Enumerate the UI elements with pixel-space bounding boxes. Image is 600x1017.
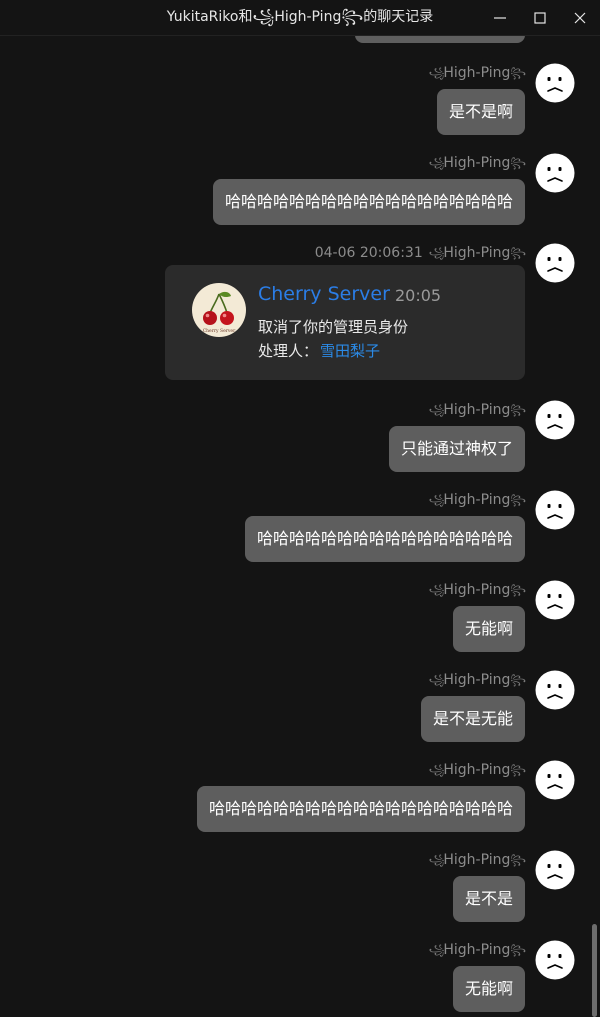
name-ornament-right: ꧂ [510, 855, 526, 866]
neutral-face-icon [535, 63, 575, 103]
card-time: 20:05 [395, 286, 442, 305]
card-handler-label: 处理人： [258, 342, 319, 360]
scrollbar-thumb[interactable] [592, 924, 597, 1017]
sender-name: High-Ping [443, 245, 511, 261]
sender-name: High-Ping [443, 672, 511, 688]
name-ornament-right: ꧂ [510, 68, 526, 79]
minimize-icon [494, 16, 506, 19]
message-bubble[interactable]: 哈哈哈哈哈哈哈哈哈哈哈哈哈哈哈哈哈哈 [212, 179, 525, 225]
sender-name: High-Ping [443, 65, 511, 81]
message-bubble[interactable]: 是不是 [452, 876, 525, 922]
message-meta: 04-06 20:06:31 ꧁High-Ping꧂ [314, 243, 526, 263]
name-ornament-right: ꧂ [510, 248, 526, 259]
message-bubble[interactable]: 无能啊 [452, 606, 525, 652]
close-button[interactable] [560, 0, 600, 35]
neutral-face-icon [535, 580, 575, 620]
avatar[interactable] [535, 940, 575, 980]
avatar[interactable] [535, 760, 575, 800]
previous-message-bubble[interactable] [355, 36, 525, 43]
message-meta: ꧁High-Ping꧂ [428, 580, 526, 600]
name-ornament-left: ꧁ [428, 855, 445, 866]
avatar[interactable] [535, 490, 575, 530]
close-icon [574, 12, 586, 23]
card-handler-link[interactable]: 雪田梨子 [320, 342, 380, 360]
sender-name: High-Ping [443, 942, 511, 958]
cherry-logo-icon: Cherry Server [191, 282, 247, 338]
message-meta: ꧁High-Ping꧂ [428, 490, 526, 510]
avatar[interactable] [535, 670, 575, 710]
name-ornament-left: ꧁ [428, 495, 445, 506]
name-ornament-right: ꧂ [510, 675, 526, 686]
message-meta: ꧁High-Ping꧂ [428, 63, 526, 83]
avatar[interactable] [535, 63, 575, 103]
avatar[interactable] [535, 243, 575, 283]
maximize-button[interactable] [520, 0, 560, 35]
message-meta: ꧁High-Ping꧂ [428, 153, 526, 173]
name-ornament-left: ꧁ [428, 158, 445, 169]
message-time: 04-06 20:06:31 [314, 245, 423, 261]
message-meta: ꧁High-Ping꧂ [428, 850, 526, 870]
name-ornament-left: ꧁ [428, 405, 445, 416]
name-ornament-left: ꧁ [428, 68, 445, 79]
name-ornament-left: ꧁ [428, 675, 445, 686]
name-ornament-left: ꧁ [428, 585, 445, 596]
sender-name: High-Ping [443, 852, 511, 868]
name-ornament-right: ꧂ [510, 405, 526, 416]
message-bubble[interactable]: 哈哈哈哈哈哈哈哈哈哈哈哈哈哈哈哈哈哈哈 [196, 786, 525, 832]
sender-name: High-Ping [443, 582, 511, 598]
card-handler-line: 处理人： 雪田梨子 [258, 340, 380, 361]
sender-name: High-Ping [443, 155, 511, 171]
message-meta: ꧁High-Ping꧂ [428, 760, 526, 780]
neutral-face-icon [535, 670, 575, 710]
title-bar: YukitaRiko和꧁High-Ping꧂的聊天记录 [0, 0, 600, 36]
card-server-name[interactable]: Cherry Server [258, 283, 390, 305]
neutral-face-icon [535, 760, 575, 800]
avatar[interactable] [535, 850, 575, 890]
name-ornament-right: ꧂ [510, 495, 526, 506]
neutral-face-icon [535, 490, 575, 530]
avatar[interactable] [535, 400, 575, 440]
chat-history-window: YukitaRiko和꧁High-Ping꧂的聊天记录 ꧁High-Ping꧂ [0, 0, 600, 1017]
name-ornament-right: ꧂ [510, 158, 526, 169]
neutral-face-icon [535, 400, 575, 440]
name-ornament-right: ꧂ [510, 585, 526, 596]
message-bubble[interactable]: 只能通过神权了 [388, 426, 525, 472]
notification-card[interactable]: Cherry Server Cherry Server 20:05 取消了你的管… [165, 265, 525, 380]
avatar[interactable] [535, 580, 575, 620]
name-ornament-left: ꧁ [428, 248, 445, 259]
message-list[interactable]: ꧁High-Ping꧂ 是不是啊 ꧁High-Ping꧂ 哈哈哈哈哈哈哈哈哈哈哈… [0, 36, 600, 1017]
neutral-face-icon [535, 940, 575, 980]
minimize-button[interactable] [480, 0, 520, 35]
sender-name: High-Ping [443, 492, 511, 508]
message-meta: ꧁High-Ping꧂ [428, 670, 526, 690]
neutral-face-icon [535, 850, 575, 890]
message-bubble[interactable]: 是不是无能 [420, 696, 525, 742]
message-meta: ꧁High-Ping꧂ [428, 940, 526, 960]
name-ornament-right: ꧂ [510, 765, 526, 776]
maximize-icon [534, 11, 546, 24]
sender-name: High-Ping [443, 402, 511, 418]
message-bubble[interactable]: 是不是啊 [436, 89, 525, 135]
neutral-face-icon [535, 153, 575, 193]
name-ornament-left: ꧁ [428, 945, 445, 956]
message-bubble[interactable]: 哈哈哈哈哈哈哈哈哈哈哈哈哈哈哈哈 [244, 516, 525, 562]
window-title: YukitaRiko和꧁High-Ping꧂的聊天记录 [166, 9, 434, 25]
svg-text:Cherry Server: Cherry Server [203, 328, 236, 334]
card-action-text: 取消了你的管理员身份 [258, 318, 409, 336]
neutral-face-icon [535, 243, 575, 283]
avatar[interactable] [535, 153, 575, 193]
name-ornament-right: ꧂ [510, 945, 526, 956]
name-ornament-left: ꧁ [428, 765, 445, 776]
message-bubble[interactable]: 无能啊 [452, 966, 525, 1012]
message-meta: ꧁High-Ping꧂ [428, 400, 526, 420]
sender-name: High-Ping [443, 762, 511, 778]
